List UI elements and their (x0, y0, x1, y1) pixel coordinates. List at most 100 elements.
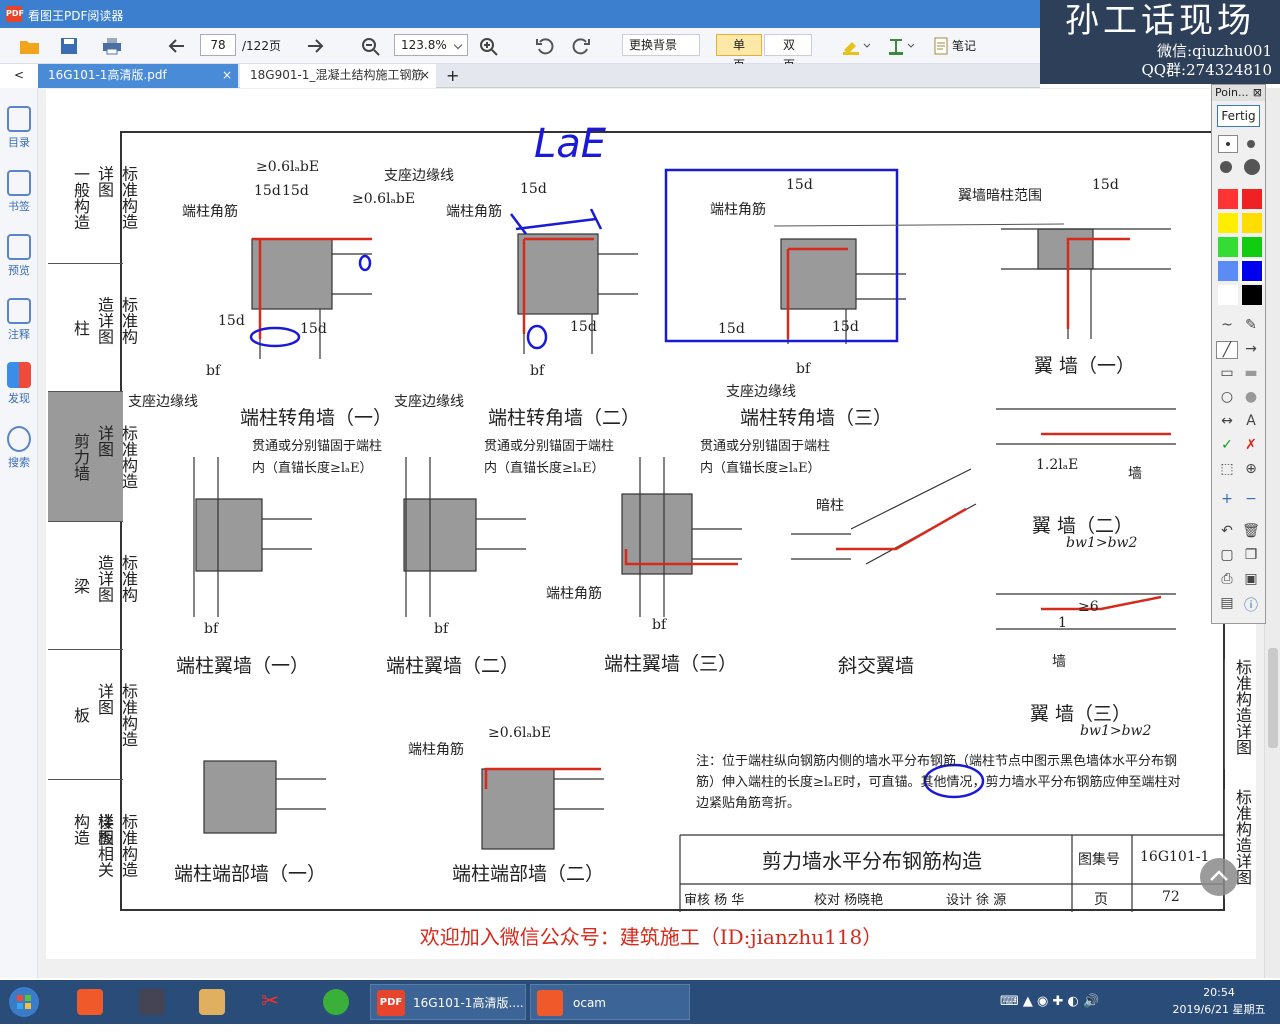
close-icon[interactable]: × (420, 64, 430, 87)
fertig-button[interactable]: Fertig (1217, 105, 1260, 127)
color-swatch[interactable] (1242, 189, 1262, 209)
filled-rectangle-icon[interactable]: ▬ (1240, 365, 1262, 381)
taskbar-item-pdf[interactable]: PDF 16G101-1高清版.... (370, 984, 526, 1020)
xlarge-dot-tool[interactable] (1244, 159, 1260, 175)
caption-oblique-wing: 斜交翼墙 (838, 655, 915, 677)
large-dot-tool[interactable] (1220, 161, 1232, 173)
rectangle-icon[interactable]: ▭ (1216, 365, 1238, 381)
sidebar-item-toc[interactable]: 目录 (0, 106, 38, 150)
tab-18g901[interactable]: 18G901-1_混凝土结构施工钢筋 × (240, 64, 436, 88)
highlighter-icon[interactable] (840, 34, 870, 58)
tab-16g101[interactable]: 16G101-1高清版.pdf × (38, 64, 238, 88)
title-block-page-label: 页 (1094, 892, 1108, 908)
taskbar-item-ocam[interactable]: ocam (530, 984, 690, 1020)
paint-pin-icon[interactable] (194, 984, 230, 1020)
sidebar-item-bookmarks[interactable]: 书签 (0, 170, 38, 214)
caption-end-wall-2: 端柱端部墙（二） (452, 863, 605, 885)
title-block-atlas-label: 图集号 (1078, 852, 1120, 868)
label-15d: 15d (1092, 177, 1119, 193)
filled-ellipse-icon[interactable]: ● (1240, 389, 1262, 405)
ellipse-icon[interactable]: ○ (1216, 389, 1238, 405)
eraser-icon[interactable]: ✎ (1240, 317, 1262, 333)
start-button[interactable] (4, 984, 48, 1020)
app-title: 看图王PDF阅读器 (28, 9, 124, 23)
open-folder-icon[interactable] (18, 34, 42, 58)
screen-icon[interactable]: ▤ (1216, 595, 1238, 611)
trash-icon[interactable]: 🗑 (1240, 523, 1262, 539)
zoom-out-icon[interactable] (360, 34, 382, 58)
label-wall: 墙 (1128, 466, 1142, 482)
clock[interactable]: 20:54 2019/6/21 星期五 (1164, 984, 1274, 1018)
text-icon[interactable] (886, 34, 916, 58)
single-page-button[interactable]: 单页 (716, 34, 762, 72)
collapse-sidebar-button[interactable]: < (0, 64, 38, 88)
system-tray-icons[interactable]: ⌨ ▲ ◉ ✚ ◐ 🔊 (1000, 984, 1120, 1020)
rotate-left-icon[interactable] (534, 34, 556, 58)
print-tool-icon[interactable]: ⎙ (1216, 571, 1238, 587)
color-swatch[interactable] (1218, 237, 1238, 257)
snipping-pin-icon[interactable]: ✂ (256, 984, 292, 1020)
plus-icon[interactable]: + (1216, 491, 1238, 507)
color-swatch[interactable] (1242, 213, 1262, 233)
color-swatch[interactable] (1240, 259, 1264, 283)
zoom-in-icon[interactable] (478, 34, 500, 58)
undo-icon[interactable]: ↶ (1216, 523, 1238, 539)
new-page-icon[interactable]: ▢ (1216, 547, 1238, 563)
sidebar-item-search[interactable]: 搜索 (0, 426, 38, 470)
new-tab-button[interactable]: + (444, 64, 464, 88)
medium-dot-tool[interactable] (1247, 140, 1255, 148)
preview-icon (7, 234, 31, 260)
notes-label[interactable]: 笔记 (952, 37, 976, 54)
scrollbar-thumb[interactable] (1268, 648, 1278, 748)
save-icon[interactable] (58, 34, 80, 58)
ocam-pin-icon[interactable] (72, 984, 108, 1020)
browser-pin-icon[interactable] (318, 984, 354, 1020)
sidebar-item-preview[interactable]: 预览 (0, 234, 38, 278)
color-swatch[interactable] (1218, 213, 1238, 233)
text-tool-icon[interactable]: A (1240, 413, 1262, 429)
arrow-icon[interactable]: → (1240, 341, 1262, 357)
minus-icon[interactable]: − (1240, 491, 1262, 507)
copy-icon[interactable]: ❐ (1240, 547, 1262, 563)
title-block-review: 审核 杨 华 (684, 893, 745, 908)
color-swatch[interactable] (1242, 237, 1262, 257)
select-icon[interactable]: ⬚ (1216, 461, 1238, 477)
app-logo-icon: PDF (6, 6, 24, 22)
small-dot-tool[interactable] (1218, 135, 1238, 153)
back-arrow-icon[interactable] (166, 34, 188, 58)
sidebar-item-annotations[interactable]: 注释 (0, 298, 38, 342)
forward-arrow-icon[interactable] (304, 34, 326, 58)
sidebar-item-discover[interactable]: 发现 (0, 362, 38, 406)
cross-icon[interactable]: ✗ (1240, 437, 1262, 453)
zoom-select[interactable]: 123.8% (394, 34, 468, 56)
close-icon[interactable]: × (222, 64, 232, 87)
notes-icon[interactable] (932, 34, 950, 58)
page-number-input[interactable]: 78 (200, 34, 236, 56)
rotate-right-icon[interactable] (570, 34, 592, 58)
double-arrow-icon[interactable]: ↔ (1216, 413, 1238, 429)
zoom-tool-icon[interactable]: ⊕ (1240, 461, 1262, 477)
promo-banner: 欢迎加入微信公众号：建筑施工（ID:jianzhu118） (419, 925, 883, 949)
close-icon[interactable]: ⊠ (1253, 85, 1262, 100)
change-background-button[interactable]: 更换背景 (622, 34, 700, 56)
line-icon[interactable]: ╱ (1216, 341, 1238, 359)
taskbar: ✂ PDF 16G101-1高清版.... ocam ⌨ ▲ ◉ ✚ ◐ 🔊 20… (0, 980, 1280, 1024)
color-swatch[interactable] (1218, 285, 1238, 305)
label-15d: 15d (786, 177, 813, 193)
print-icon[interactable] (100, 34, 124, 58)
color-swatch[interactable] (1218, 189, 1238, 209)
label-15d: 15d (832, 319, 859, 335)
check-icon[interactable]: ✓ (1216, 437, 1238, 453)
double-page-button[interactable]: 双页 (764, 34, 812, 72)
app-pin-icon[interactable] (134, 984, 170, 1020)
info-icon[interactable]: ⓘ (1240, 595, 1262, 615)
label-anchor-note2: 内（直锚长度≥lₐE） (484, 461, 605, 476)
freehand-icon[interactable]: ~ (1216, 317, 1238, 333)
color-swatch[interactable] (1218, 261, 1238, 281)
vertical-scrollbar[interactable] (1264, 88, 1280, 978)
caption-end-wing-2: 端柱翼墙（二） (386, 655, 520, 677)
save-tool-icon[interactable]: ▣ (1240, 571, 1262, 587)
scroll-to-top-button[interactable] (1200, 858, 1238, 896)
label-anchor-note2: 内（直锚长度≥lₐE） (252, 461, 373, 476)
color-swatch[interactable] (1242, 285, 1262, 305)
